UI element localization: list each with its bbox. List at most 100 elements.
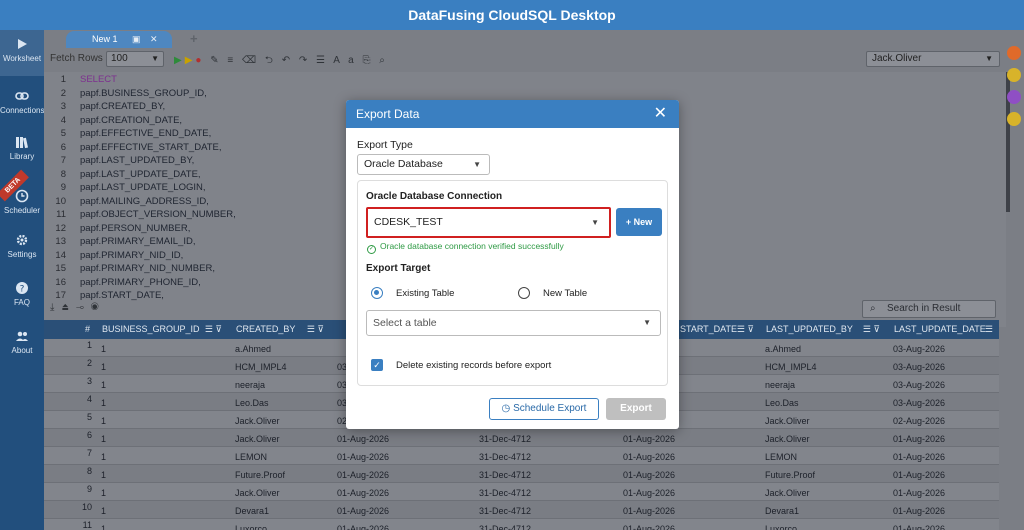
table-cell: 03 <box>337 398 348 408</box>
table-row[interactable]: 9 1 Jack.Oliver 01-Aug-2026 31-Dec-4712 01-Au… <box>44 483 999 501</box>
tab-new-1[interactable]: New 1 ▣ ✕ <box>66 31 172 48</box>
code-line: 14 papf.PRIMARY_NID_ID, <box>44 249 183 263</box>
play-icon <box>18 39 27 49</box>
table-cell: 7 <box>86 448 92 458</box>
chevron-down-icon: ▼ <box>985 54 993 63</box>
table-row[interactable]: 6 1 Jack.Oliver 01-Aug-2026 31-Dec-4712 01-Au… <box>44 429 999 447</box>
table-cell: 2 <box>86 358 92 368</box>
export-icon[interactable]: ⏏ <box>61 302 71 313</box>
connection-card: Oracle Database Connection CDESK_TEST ▼ … <box>357 180 668 386</box>
table-cell: 01-Aug-2026 <box>337 524 390 530</box>
table-cell: 01-Aug-2026 <box>893 488 946 498</box>
nav-scheduler[interactable]: Scheduler <box>0 182 44 228</box>
key-icon[interactable]: ⊸ <box>76 302 86 313</box>
col-created-by[interactable]: CREATED_BY ☰ ⊽ <box>230 320 330 339</box>
table-cell: a.Ahmed <box>235 344 272 354</box>
run-icon[interactable]: ▶ <box>174 55 185 66</box>
table-select[interactable]: Select a table ▼ <box>366 310 661 336</box>
menu-filter-icon[interactable]: ☰ ⊽ <box>205 320 222 339</box>
fetch-rows-select[interactable]: 100 ▼ <box>106 51 164 67</box>
code-text: papf.PRIMARY_EMAIL_ID, <box>80 236 196 247</box>
menu-filter-icon[interactable]: ☰ ⊽ <box>307 320 324 339</box>
code-line: 9 papf.LAST_UPDATE_LOGIN, <box>44 181 206 195</box>
nav-library[interactable]: Library <box>0 128 44 174</box>
nav-worksheet[interactable]: Worksheet <box>0 30 44 76</box>
menu-filter-icon[interactable]: ☰ ⊽ <box>863 320 880 339</box>
table-cell: 5 <box>86 412 92 422</box>
save-icon[interactable]: ▣ <box>132 35 141 44</box>
table-cell: 1 <box>101 380 107 390</box>
toolbar-tools-icons[interactable]: ✎ ≡ ⌫ ⮌ ↶ ↷ ☰ A a ⎘ ⌕ <box>210 55 388 66</box>
rail-icon-4[interactable] <box>1007 112 1021 126</box>
code-text: papf.MAILING_ADDRESS_ID, <box>80 195 209 207</box>
connection-label: Oracle Database Connection <box>366 191 503 202</box>
delete-existing-checkbox[interactable]: ✓ <box>371 359 383 371</box>
code-line: 3 papf.CREATED_BY, <box>44 100 166 114</box>
schedule-export-button[interactable]: ◷ Schedule Export <box>489 398 599 420</box>
existing-table-label[interactable]: Existing Table <box>396 288 454 299</box>
line-number: 16 <box>55 276 66 288</box>
code-text: papf.OBJECT_VERSION_NUMBER, <box>80 209 236 220</box>
table-cell: LEMON <box>235 452 268 462</box>
table-cell: 11 <box>82 520 92 530</box>
export-button[interactable]: Export <box>606 398 666 420</box>
nav-settings[interactable]: Settings <box>0 226 44 272</box>
table-cell: 31-Dec-4712 <box>479 452 532 462</box>
line-number: 7 <box>60 155 66 166</box>
table-cell: 31-Dec-4712 <box>479 506 532 516</box>
table-cell: Devara1 <box>765 506 800 516</box>
rail-icon-1[interactable] <box>1007 46 1021 60</box>
books-icon <box>16 137 28 149</box>
code-text: papf.LAST_UPDATE_LOGIN, <box>80 182 206 193</box>
table-cell: 01-Aug-2026 <box>893 470 946 480</box>
rail-icon-2[interactable] <box>1007 68 1021 82</box>
radio-existing-table[interactable] <box>371 287 383 299</box>
search-result-input[interactable]: ⌕ Search in Result <box>862 300 996 318</box>
nav-faq[interactable]: ? FAQ <box>0 274 44 320</box>
code-line: 7 papf.LAST_UPDATED_BY, <box>44 154 195 168</box>
menu-filter-icon[interactable]: ☰ ⊽ <box>737 320 754 339</box>
nav-about[interactable]: About <box>0 322 44 368</box>
step-icon[interactable]: ▶ <box>185 55 196 66</box>
close-tab-icon[interactable]: ✕ <box>150 35 159 44</box>
col-last-update-date[interactable]: LAST_UPDATE_DATE ☰ <box>888 320 999 339</box>
download-icon[interactable]: ⤓ <box>50 302 56 313</box>
col-start-date[interactable]: START_DATE ☰ ⊽ <box>674 320 760 339</box>
new-connection-button[interactable]: + New <box>616 208 662 236</box>
line-number: 13 <box>55 236 66 247</box>
table-cell: 01-Aug-2026 <box>623 524 676 530</box>
stop-icon[interactable]: ● <box>195 55 204 66</box>
table-row[interactable]: 11 1 Luxorco 01-Aug-2026 31-Dec-4712 01-Aug-2… <box>44 519 999 530</box>
app-title-bar: DataFusing CloudSQL Desktop <box>0 0 1024 30</box>
table-cell: 10 <box>81 502 92 512</box>
export-target-label: Export Target <box>366 263 431 274</box>
col-last-updated-by[interactable]: LAST_UPDATED_BY ☰ ⊽ <box>760 320 886 339</box>
table-cell: Jack.Oliver <box>235 416 280 426</box>
eye-icon[interactable]: ◉ <box>91 302 101 313</box>
user-select[interactable]: Jack.Oliver ▼ <box>866 51 1000 67</box>
line-number: 6 <box>60 141 66 153</box>
editor-toolbar: Fetch Rows 100 ▼ ▶▶● ✎ ≡ ⌫ ⮌ ↶ ↷ ☰ A a ⎘… <box>44 48 1004 70</box>
connection-select[interactable]: CDESK_TEST ▼ <box>366 207 611 238</box>
add-tab-button[interactable]: + <box>190 31 198 46</box>
table-cell: HCM_IMPL4 <box>765 362 817 372</box>
table-cell: 1 <box>101 506 107 516</box>
menu-icon[interactable]: ☰ <box>985 320 993 339</box>
table-cell: 6 <box>86 430 92 440</box>
col-business-group-id[interactable]: BUSINESS_GROUP_ID ☰ ⊽ <box>96 320 228 339</box>
delete-existing-label[interactable]: Delete existing records before export <box>396 360 551 371</box>
line-number: 4 <box>60 114 66 126</box>
close-icon[interactable]: ✕ <box>654 100 667 128</box>
table-cell: 1 <box>101 452 107 462</box>
table-cell: Jack.Oliver <box>765 434 810 444</box>
radio-new-table[interactable] <box>518 287 530 299</box>
table-row[interactable]: 8 1 Future.Proof 01-Aug-2026 31-Dec-4712 01-A… <box>44 465 999 483</box>
export-type-select[interactable]: Oracle Database ▼ <box>357 154 490 175</box>
rail-icon-3[interactable] <box>1007 90 1021 104</box>
table-cell: 01-Aug-2026 <box>893 524 946 530</box>
new-table-label[interactable]: New Table <box>543 288 587 299</box>
line-number: 10 <box>55 195 66 207</box>
nav-connections[interactable]: Connections <box>0 82 44 128</box>
table-row[interactable]: 10 1 Devara1 01-Aug-2026 31-Dec-4712 01-Aug-2… <box>44 501 999 519</box>
table-row[interactable]: 7 1 LEMON 01-Aug-2026 31-Dec-4712 01-Aug-2026… <box>44 447 999 465</box>
